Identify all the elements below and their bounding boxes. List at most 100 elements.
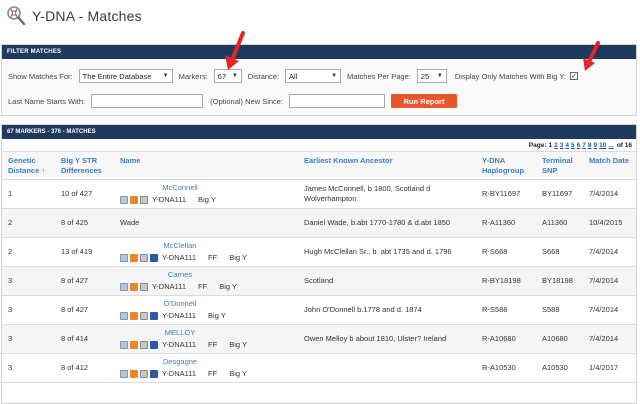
distance-label: Distance: <box>247 71 280 81</box>
cell-distance: 3 <box>2 353 55 383</box>
email-icon[interactable] <box>120 341 128 349</box>
family-tree-icon[interactable] <box>130 370 138 378</box>
col-haplogroup[interactable]: Y-DNA Haplogroup <box>476 151 536 180</box>
pager-page[interactable]: 3 <box>560 142 564 149</box>
notes-icon[interactable] <box>140 312 148 320</box>
cell-ancestor <box>298 353 476 383</box>
cell-terminal-snp: A10680 <box>536 324 583 354</box>
table-row: 1 10 of 427 McConnell Y-DNA111 Big Y James Mc… <box>2 179 636 209</box>
bigy-test-label: Big Y <box>229 253 248 262</box>
distance-select[interactable]: All ▼ <box>285 69 342 83</box>
annotation-arrow-markers-icon <box>225 31 245 70</box>
bigy-test-label: Big Y <box>219 282 238 291</box>
family-tree-icon[interactable] <box>130 312 138 320</box>
family-tree-icon[interactable] <box>130 283 138 291</box>
match-badges: Y-DNA111 FF Big Y <box>120 253 296 263</box>
pager-page[interactable]: 2 <box>554 142 558 149</box>
cell-ancestor: Hugh McClellan Sr., b. abt 1735 and d. 1… <box>298 237 476 267</box>
match-name-link[interactable]: MELLOY <box>120 328 240 338</box>
chevron-down-icon: ▼ <box>331 73 338 79</box>
notes-icon[interactable] <box>140 196 148 204</box>
cell-name: Carnes Y-DNA111 FF Big Y <box>114 266 298 296</box>
ydna-test-label: Y-DNA111 <box>162 253 197 262</box>
last-name-input[interactable] <box>91 94 204 108</box>
col-name[interactable]: Name <box>114 151 298 180</box>
family-finder-icon <box>150 312 158 320</box>
pager-page[interactable]: 5 <box>571 142 575 149</box>
match-name-link[interactable]: McConnell <box>120 183 240 193</box>
chevron-down-icon: ▼ <box>162 73 169 79</box>
per-page-value: 25 <box>420 71 430 81</box>
cell-distance: 2 <box>2 237 55 267</box>
family-tree-icon[interactable] <box>130 254 138 262</box>
ydna-test-label: Y-DNA111 <box>162 369 197 378</box>
notes-icon[interactable] <box>140 283 148 291</box>
cell-match-date: 1/4/2017 <box>583 353 636 383</box>
col-ancestor[interactable]: Earliest Known Ancestor <box>298 151 476 180</box>
col-terminal-snp[interactable]: Terminal SNP <box>536 151 583 180</box>
match-badges: Y-DNA111 FF Big Y <box>120 340 296 350</box>
ydna-test-label: Y-DNA111 <box>152 195 187 204</box>
filter-bar-title: FILTER MATCHES <box>2 45 636 59</box>
email-icon[interactable] <box>120 196 128 204</box>
cell-bigy-str: 8 of 425 <box>55 208 114 238</box>
notes-icon[interactable] <box>140 370 148 378</box>
ff-test-label: FF <box>208 253 218 262</box>
bigy-test-label: Big Y <box>229 340 248 349</box>
family-tree-icon[interactable] <box>130 341 138 349</box>
run-report-button[interactable]: Run Report <box>391 94 458 108</box>
pager-page[interactable]: 7 <box>582 142 586 149</box>
email-icon[interactable] <box>120 370 128 378</box>
notes-icon[interactable] <box>140 254 148 262</box>
bigy-test-label: Big Y <box>198 195 216 204</box>
match-badges: Y-DNA111 Big Y <box>120 195 296 205</box>
pager-page[interactable]: 8 <box>588 142 592 149</box>
page-title: Y-DNA - Matches <box>32 8 142 24</box>
match-name-link[interactable]: O'Donnell <box>120 299 240 309</box>
col-bigy-str[interactable]: Big Y STR Differences <box>55 151 114 180</box>
cell-match-date: 7/4/2014 <box>583 324 636 354</box>
match-name-link[interactable]: Carnes <box>120 270 240 280</box>
pager-ellipsis[interactable]: ... <box>608 142 613 149</box>
email-icon[interactable] <box>120 312 128 320</box>
match-badges: Y-DNA111 Big Y <box>120 311 296 321</box>
table-row: 28 of 425 Wade Daniel Wade, b.abt 1770-178… <box>2 208 636 238</box>
pager-page[interactable]: 1 <box>549 142 553 149</box>
filter-panel: FILTER MATCHES Show Matches For: The Ent… <box>1 44 637 116</box>
col-genetic-distance[interactable]: Genetic Distance ↑ <box>2 151 55 180</box>
annotation-arrow-bigy-icon <box>583 41 600 71</box>
cell-name: O'Donnell Y-DNA111 Big Y <box>114 295 298 325</box>
cell-ancestor: Daniel Wade, b.abt 1770-1780 & d.abt 185… <box>298 208 476 238</box>
cell-haplogroup: R-S588 <box>476 295 536 325</box>
show-matches-select[interactable]: The Entire Database ▼ <box>78 69 173 83</box>
family-finder-icon <box>150 254 158 262</box>
table-row: 38 of 427 Carnes Y-DNA111 FF Big Y Scotland R-… <box>2 266 636 296</box>
markers-label: Markers: <box>178 71 208 81</box>
email-icon[interactable] <box>120 283 128 291</box>
per-page-select[interactable]: 25 ▼ <box>416 69 447 83</box>
match-name-link[interactable]: McClellan <box>120 241 240 251</box>
cell-ancestor: James McConnell, b 1800, Scotland d Wolv… <box>298 179 476 209</box>
new-since-input[interactable] <box>289 94 386 108</box>
pager-page[interactable]: 6 <box>577 142 581 149</box>
match-name-link[interactable]: Desgagne <box>120 357 240 367</box>
cell-terminal-snp: S588 <box>536 295 583 325</box>
pager-page[interactable]: 4 <box>565 142 569 149</box>
email-icon[interactable] <box>120 254 128 262</box>
cell-match-date: 7/4/2014 <box>583 295 636 325</box>
pager-page[interactable]: 10 <box>599 142 606 149</box>
cell-match-date: 7/4/2014 <box>583 179 636 209</box>
ydna-test-label: Y-DNA111 <box>162 340 197 349</box>
bigy-only-label: Display Only Matches With Big Y: <box>454 71 566 81</box>
bigy-test-label: Big Y <box>208 311 226 320</box>
family-tree-icon[interactable] <box>130 196 138 204</box>
bigy-only-checkbox[interactable]: ✓ <box>570 72 578 80</box>
pager-page[interactable]: 9 <box>594 142 598 149</box>
table-row: 38 of 427 O'Donnell Y-DNA111 Big Y John O'Do… <box>2 295 636 325</box>
col-match-date[interactable]: Match Date <box>583 151 636 180</box>
cell-bigy-str: 8 of 427 <box>55 295 114 325</box>
notes-icon[interactable] <box>140 341 148 349</box>
checkmark-icon: ✓ <box>571 72 577 80</box>
ydna-test-label: Y-DNA111 <box>152 282 187 291</box>
ff-test-label: FF <box>198 282 208 291</box>
